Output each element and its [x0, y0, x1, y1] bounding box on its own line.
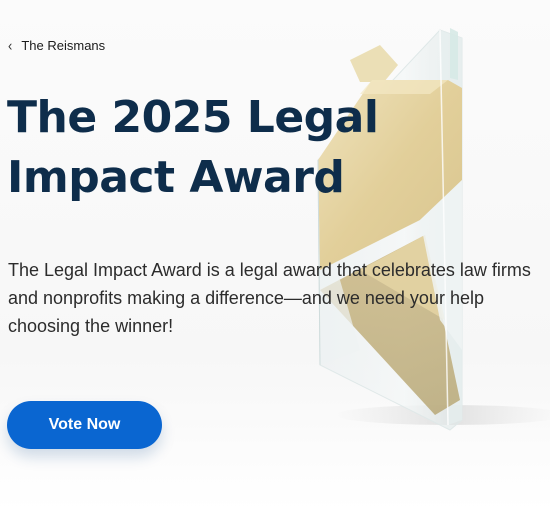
breadcrumb-back-link[interactable]: ‹ The Reismans [8, 37, 106, 54]
chevron-left-icon: ‹ [8, 37, 13, 54]
hero-description: The Legal Impact Award is a legal award … [8, 260, 531, 336]
page-title: The 2025 Legal Impact Award [7, 92, 379, 203]
hero-section: ‹ The Reismans The 2025 Legal Impact Awa… [0, 0, 550, 511]
breadcrumb-label: The Reismans [21, 38, 106, 53]
award-trophy-image [317, 28, 550, 431]
vote-now-button[interactable]: Vote Now [7, 401, 162, 449]
